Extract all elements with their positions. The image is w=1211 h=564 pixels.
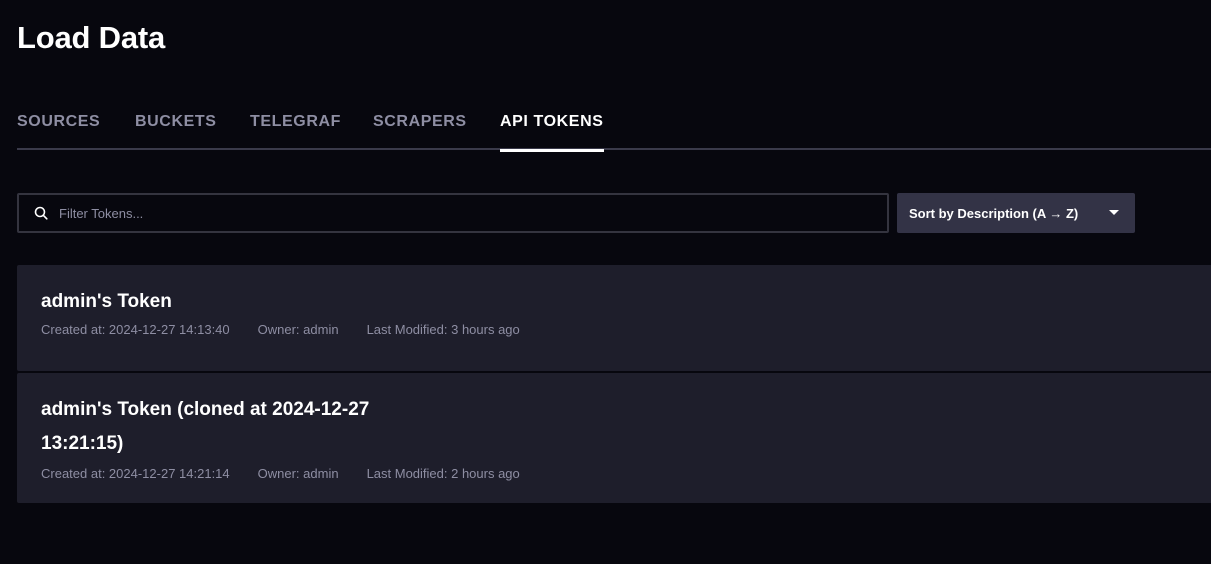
token-created-at: Created at: 2024-12-27 14:13:40 — [41, 322, 230, 337]
filter-tokens-box[interactable] — [17, 193, 889, 233]
tab-sources[interactable]: SOURCES — [17, 113, 100, 150]
tab-bar: SOURCES BUCKETS TELEGRAF SCRAPERS API TO… — [17, 100, 1211, 152]
token-card: admin's Token Created at: 2024-12-27 14:… — [17, 265, 1211, 371]
sort-dropdown-label: Sort by Description (A → Z) — [909, 205, 1079, 221]
page-title: Load Data — [17, 20, 166, 55]
token-meta: Created at: 2024-12-27 14:21:14 Owner: a… — [41, 466, 1211, 481]
load-data-page: Load Data SOURCES BUCKETS TELEGRAF SCRAP… — [0, 0, 1211, 564]
token-card: admin's Token (cloned at 2024-12-27 13:2… — [17, 373, 1211, 503]
filter-tokens-input[interactable] — [49, 195, 887, 231]
token-name-link[interactable]: admin's Token (cloned at 2024-12-27 13:2… — [41, 393, 401, 461]
chevron-down-icon — [1109, 210, 1119, 215]
token-owner: Owner: admin — [257, 322, 339, 337]
token-meta: Created at: 2024-12-27 14:13:40 Owner: a… — [41, 322, 1211, 337]
token-created-at: Created at: 2024-12-27 14:21:14 — [41, 466, 230, 481]
search-icon — [33, 205, 49, 221]
token-name-link[interactable]: admin's Token — [41, 285, 1211, 319]
token-last-modified: Last Modified: 2 hours ago — [366, 466, 520, 481]
tab-telegraf[interactable]: TELEGRAF — [250, 113, 341, 150]
tab-scrapers[interactable]: SCRAPERS — [373, 113, 467, 150]
sort-dropdown[interactable]: Sort by Description (A → Z) — [897, 193, 1135, 233]
tab-api-tokens[interactable]: API TOKENS — [500, 113, 604, 152]
token-owner: Owner: admin — [257, 466, 339, 481]
token-last-modified: Last Modified: 3 hours ago — [366, 322, 520, 337]
tab-buckets[interactable]: BUCKETS — [135, 113, 217, 150]
